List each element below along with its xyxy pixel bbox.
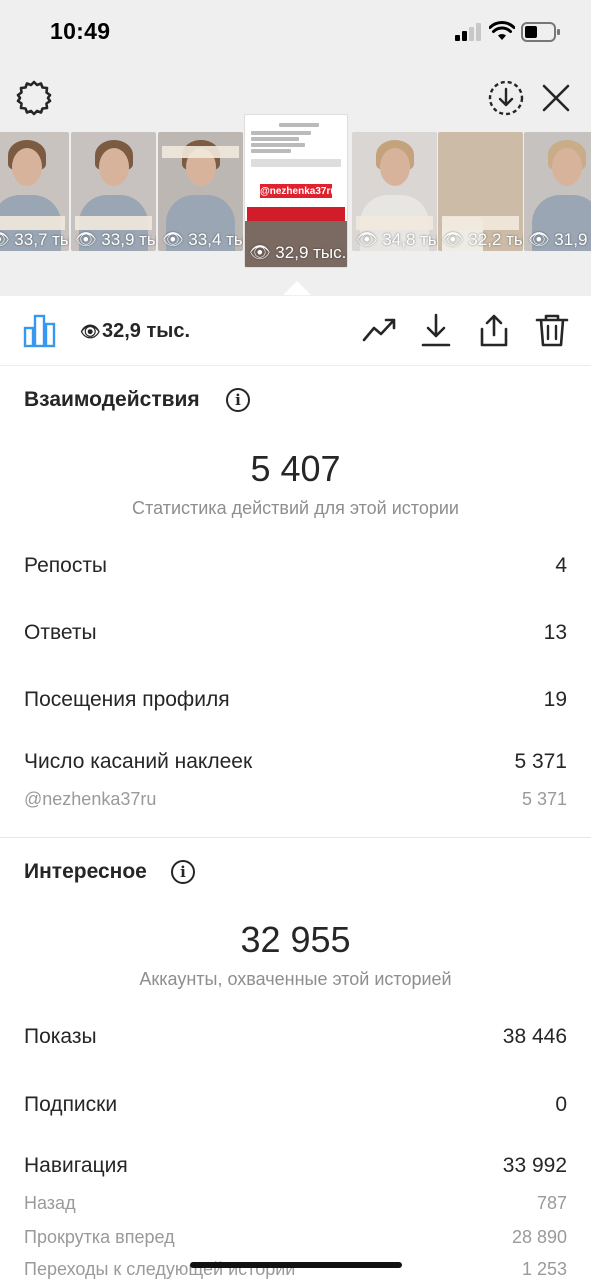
wifi-icon xyxy=(489,21,515,40)
selection-pointer xyxy=(283,281,311,295)
thumbnail-views: 👁 32,2 тыс. xyxy=(442,230,523,249)
info-icon[interactable]: i xyxy=(171,860,195,884)
impressions-value: 38 446 xyxy=(502,1025,567,1048)
profile-preview xyxy=(251,121,341,169)
download-circle-icon[interactable] xyxy=(486,78,526,118)
sticker-mention-label: @nezhenka37ru xyxy=(24,789,157,809)
views-count: 👁32,9 тыс. xyxy=(80,320,190,343)
follows-label: Подписки xyxy=(24,1093,118,1116)
story-thumbnail[interactable]: 👁 32,2 тыс. xyxy=(438,132,523,251)
promote-trend-icon[interactable] xyxy=(362,312,398,348)
forward-value: 28 890 xyxy=(511,1227,567,1247)
sticker-mention-value: 5 371 xyxy=(521,789,567,809)
download-icon[interactable] xyxy=(418,312,454,348)
status-bar: 10:49 xyxy=(0,0,591,66)
thumbnail-views: 👁 33,9 тыс. xyxy=(75,230,156,249)
replies-value: 13 xyxy=(543,621,567,644)
thumbnail-views: 👁 33,7 тыс. xyxy=(0,230,69,249)
forward-label: Прокрутка вперед xyxy=(24,1227,175,1247)
story-thumbnail-selected[interactable]: @nezhenka37ru 👁 32,9 тыс. xyxy=(244,114,348,268)
profile-visits-label: Посещения профиля xyxy=(24,688,230,711)
next-story-value: 1 253 xyxy=(521,1259,567,1279)
story-header: 👁 33,7 тыс. 👁 33,9 тыс. 👁 33,4 тыс. @nez… xyxy=(0,66,591,296)
info-icon[interactable]: i xyxy=(226,388,250,412)
delete-trash-icon[interactable] xyxy=(534,312,570,348)
discovery-title: Интересное xyxy=(24,860,147,883)
insights-bar-chart-icon[interactable] xyxy=(22,312,58,348)
discovery-total: 32 955 xyxy=(240,919,351,960)
back-label: Назад xyxy=(24,1193,76,1213)
story-thumbnail[interactable]: 👁 33,4 тыс. xyxy=(158,132,243,251)
sticker-taps-value: 5 371 xyxy=(514,750,567,773)
back-value: 787 xyxy=(536,1193,567,1213)
interactions-title: Взаимодействия xyxy=(24,388,200,411)
replies-label: Ответы xyxy=(24,621,97,644)
eye-icon: 👁 xyxy=(80,324,101,341)
thumbnail-views: 👁 32,9 тыс. xyxy=(249,243,347,262)
follows-value: 0 xyxy=(555,1093,567,1116)
story-thumbnail[interactable]: 👁 31,9 тыс. xyxy=(524,132,591,251)
interactions-total: 5 407 xyxy=(250,448,341,489)
story-thumbnail[interactable]: 👁 33,9 тыс. xyxy=(71,132,156,251)
thumbnail-views: 👁 33,4 тыс. xyxy=(162,230,243,249)
navigation-label: Навигация xyxy=(24,1154,128,1177)
reposts-value: 4 xyxy=(555,554,567,577)
sticker-taps-label: Число касаний наклеек xyxy=(24,750,253,773)
discovery-subtitle: Аккаунты, охваченные этой историей xyxy=(139,969,452,989)
settings-gear-icon[interactable] xyxy=(14,78,54,118)
views-count-text: 32,9 тыс. xyxy=(102,320,191,342)
mention-sticker: @nezhenka37ru xyxy=(259,183,336,199)
impressions-label: Показы xyxy=(24,1025,97,1048)
home-indicator[interactable] xyxy=(190,1262,402,1268)
navigation-value: 33 992 xyxy=(502,1154,567,1177)
section-divider xyxy=(0,837,591,838)
battery-icon xyxy=(521,22,560,42)
insights-toolbar: 👁32,9 тыс. xyxy=(0,296,591,366)
cellular-signal-icon xyxy=(455,23,483,41)
story-thumbnail-strip[interactable]: 👁 33,7 тыс. 👁 33,9 тыс. 👁 33,4 тыс. @nez… xyxy=(0,114,591,272)
thumbnail-views: 👁 31,9 тыс. xyxy=(528,230,591,249)
status-time: 10:49 xyxy=(50,18,111,44)
story-thumbnail[interactable]: 👁 34,8 тыс. xyxy=(352,132,437,251)
story-thumbnail[interactable]: 👁 33,7 тыс. xyxy=(0,132,69,251)
profile-visits-value: 19 xyxy=(543,688,567,711)
close-icon[interactable] xyxy=(536,78,576,118)
thumbnail-views: 👁 34,8 тыс. xyxy=(356,230,437,249)
interactions-subtitle: Статистика действий для этой истории xyxy=(132,498,459,518)
share-icon[interactable] xyxy=(476,312,512,348)
reposts-label: Репосты xyxy=(24,554,108,577)
